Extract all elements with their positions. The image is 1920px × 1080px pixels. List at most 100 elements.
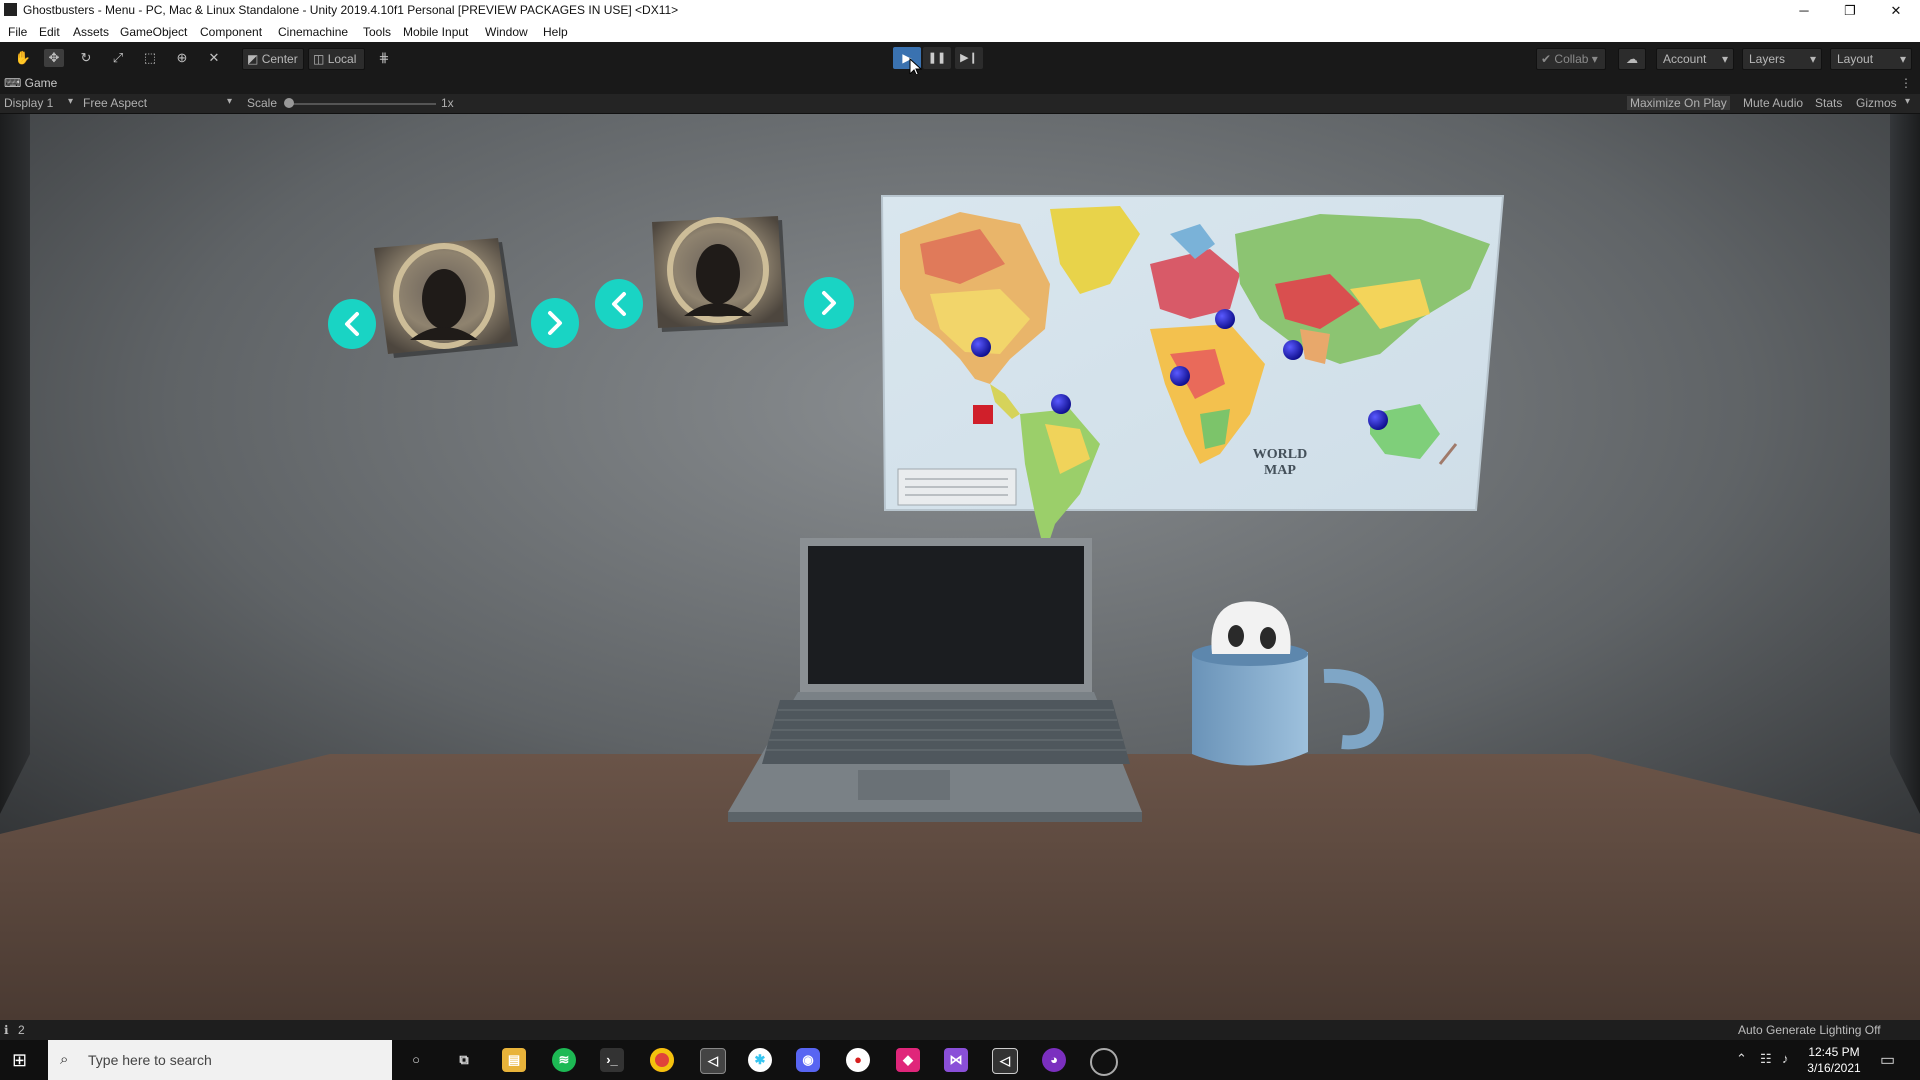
minimize-button[interactable]: ─ [1781, 0, 1827, 21]
record-app-icon[interactable]: ● [846, 1048, 870, 1072]
laptop-trackpad [858, 770, 950, 800]
notification-center-icon[interactable]: ▭ [1880, 1050, 1895, 1070]
map-title-line1: WORLD [1253, 447, 1307, 462]
display-select[interactable]: Display 1 [4, 96, 53, 110]
cortana-icon[interactable]: ○ [404, 1048, 428, 1072]
tray-chevron-up-icon[interactable]: ⌃ [1736, 1051, 1747, 1067]
chevron-down-icon: ▾ [1721, 52, 1728, 66]
transform-tool-icon[interactable]: ⊕ [172, 49, 192, 67]
scale-tool-icon[interactable]: ⤢ [108, 49, 128, 67]
onenote-app-icon[interactable]: ◆ [896, 1048, 920, 1072]
space-toggle[interactable]: ◫ Local [308, 48, 365, 70]
menu-assets[interactable]: Assets [73, 25, 109, 39]
network-icon[interactable]: ☷ [1760, 1051, 1772, 1067]
clock-time[interactable]: 12:45 PM [1804, 1045, 1864, 1059]
map-pin[interactable] [1170, 366, 1190, 386]
chevron-down-icon: ▾ [1899, 52, 1906, 66]
map-pin[interactable] [1368, 410, 1388, 430]
collab-dropdown[interactable]: ✔ Collab ▾ [1536, 48, 1606, 70]
aspect-select[interactable]: Free Aspect [83, 96, 147, 110]
search-icon: ⌕ [60, 1051, 69, 1068]
mute-audio-toggle[interactable]: Mute Audio [1743, 96, 1803, 110]
clock-date[interactable]: 3/16/2021 [1804, 1061, 1864, 1075]
restore-button[interactable]: ❐ [1827, 0, 1873, 21]
map-pin[interactable] [1051, 394, 1071, 414]
visual-studio-icon[interactable]: ⋈ [944, 1048, 968, 1072]
chevron-down-icon: ▾ [1591, 52, 1598, 66]
maximize-on-play-toggle[interactable]: Maximize On Play [1627, 96, 1730, 110]
step-button[interactable]: ▶❙ [955, 47, 983, 69]
spotify-icon[interactable]: ≋ [552, 1048, 576, 1072]
chevron-down-icon: ▾ [68, 96, 74, 107]
account-dropdown[interactable]: Account ▾ [1656, 48, 1734, 70]
space-label: Local [327, 52, 357, 66]
game-viewport[interactable]: WORLD MAP [0, 114, 1920, 1020]
layers-dropdown[interactable]: Layers ▾ [1742, 48, 1822, 70]
menu-gameobject[interactable]: GameObject [120, 25, 187, 39]
game-scene: WORLD MAP [0, 114, 1920, 1020]
panel-menu-icon[interactable]: ⋮ [1900, 76, 1912, 90]
stats-toggle[interactable]: Stats [1815, 96, 1842, 110]
menu-cinemachine[interactable]: Cinemachine [278, 25, 348, 39]
tab-game[interactable]: ⌨ Game [4, 76, 57, 92]
map-pin[interactable] [1215, 309, 1235, 329]
menu-mobile-input[interactable]: Mobile Input [403, 25, 468, 39]
chevron-down-icon: ▾ [227, 96, 233, 107]
chevron-down-icon: ▾ [1809, 52, 1816, 66]
cloud-button[interactable]: ☁ [1618, 48, 1646, 70]
next-character-2-button[interactable] [804, 277, 854, 329]
layers-label: Layers [1749, 52, 1786, 66]
terminal-icon[interactable]: ›_ [600, 1048, 624, 1072]
mug-body [1192, 652, 1308, 766]
taskbar-search-box[interactable]: ⌕ Type here to search [48, 1040, 392, 1080]
obs-icon[interactable] [1090, 1048, 1118, 1076]
selection-marker [973, 405, 993, 424]
discord-icon[interactable]: ◉ [796, 1048, 820, 1072]
menu-window[interactable]: Window [485, 25, 528, 39]
rect-tool-icon[interactable]: ⬚ [140, 49, 160, 67]
scale-slider-track[interactable] [288, 103, 436, 105]
windows-start-icon[interactable]: ⊞ [12, 1050, 34, 1070]
unity-hub-icon[interactable]: ◁ [700, 1048, 726, 1074]
move-tool-icon[interactable]: ✥ [44, 49, 64, 67]
menu-edit[interactable]: Edit [39, 25, 60, 39]
next-character-1-button[interactable] [531, 298, 579, 348]
github-desktop-icon[interactable]: ◕ [1042, 1048, 1066, 1072]
account-label: Account [1663, 52, 1707, 66]
task-view-icon[interactable]: ⧉ [452, 1048, 476, 1072]
menu-bar: File Edit Assets GameObject Component Ci… [0, 21, 1920, 43]
menu-component[interactable]: Component [200, 25, 262, 39]
pivot-toggle[interactable]: ◩ Center [242, 48, 304, 70]
grid-snap-icon[interactable]: ⋕ [374, 49, 394, 67]
map-pin[interactable] [971, 337, 991, 357]
map-pin[interactable] [1283, 340, 1303, 360]
file-explorer-icon[interactable]: ▤ [502, 1048, 526, 1072]
ghost-eye-left [1228, 625, 1244, 647]
unity-editor-icon[interactable]: ◁ [992, 1048, 1018, 1074]
menu-file[interactable]: File [8, 25, 27, 39]
volume-icon[interactable]: ♪ [1782, 1051, 1789, 1066]
world-map-poster: WORLD MAP [880, 195, 1505, 554]
layout-dropdown[interactable]: Layout ▾ [1830, 48, 1912, 70]
menu-help[interactable]: Help [543, 25, 568, 39]
rotate-tool-icon[interactable]: ↻ [76, 49, 96, 67]
close-button[interactable]: ✕ [1873, 0, 1919, 21]
hand-tool-icon[interactable]: ✋ [13, 49, 33, 67]
map-title-line2: MAP [1264, 463, 1296, 478]
prev-character-2-button[interactable] [595, 279, 643, 329]
scale-label: Scale [247, 96, 278, 110]
chrome-icon[interactable] [650, 1048, 674, 1072]
scale-slider-thumb[interactable] [284, 98, 294, 108]
step-icon: ▶❙ [960, 52, 978, 64]
tab-game-label: Game [24, 76, 58, 90]
gizmos-toggle[interactable]: Gizmos [1856, 96, 1897, 110]
prev-character-1-button[interactable] [328, 299, 376, 349]
custom-tool-icon[interactable]: ✕ [204, 49, 224, 67]
slack-icon[interactable]: ✱ [748, 1048, 772, 1072]
info-icon[interactable]: ℹ [4, 1023, 9, 1037]
menu-tools[interactable]: Tools [363, 25, 391, 39]
scale-value: 1x [441, 96, 454, 110]
game-tab-row: ⌨ Game ⋮ [0, 74, 1920, 94]
pause-button[interactable]: ❚❚ [923, 47, 951, 69]
collab-label: Collab [1554, 52, 1589, 66]
